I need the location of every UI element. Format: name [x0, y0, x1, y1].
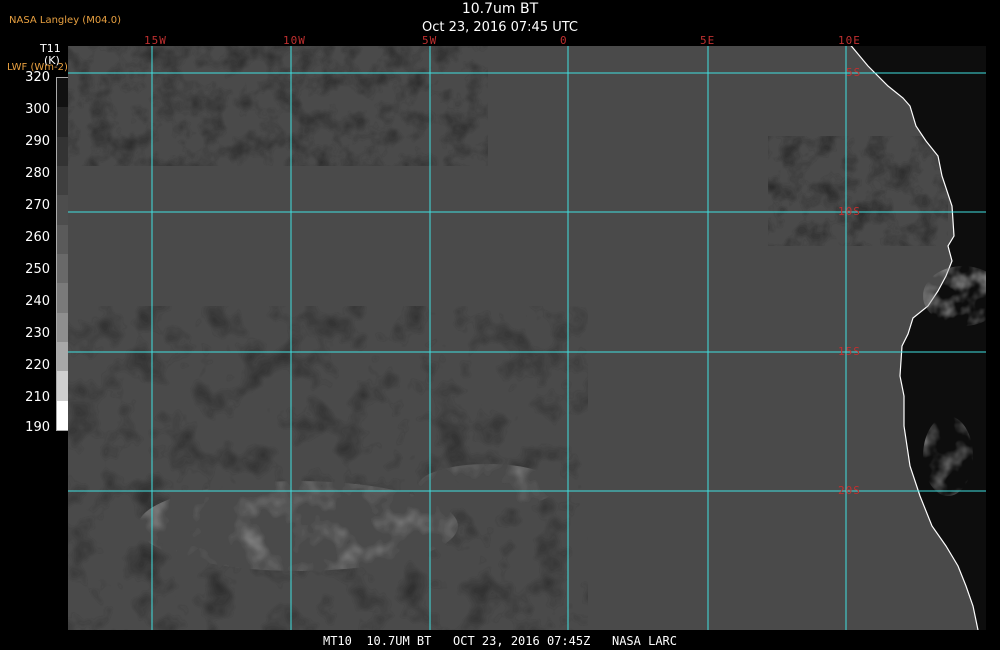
color-scale-tick: 280 — [25, 166, 50, 181]
longitude-label: 10E — [838, 34, 861, 47]
map-subtitle: Oct 23, 2016 07:45 UTC — [422, 20, 578, 35]
longitude-label: 5E — [700, 34, 716, 47]
latitude-label: 10S — [838, 205, 861, 218]
color-scale-tick: 250 — [25, 262, 50, 277]
color-scale-tick: 210 — [25, 390, 50, 405]
color-scale-tick: 320 — [25, 70, 50, 85]
longitude-label: 5W — [422, 34, 438, 47]
longitude-label: 15W — [144, 34, 167, 47]
latitude-label: 15S — [838, 345, 861, 358]
texture-east — [768, 136, 948, 246]
color-scale-tick: 220 — [25, 358, 50, 373]
source-label: NASA Langley (M04.0) — [9, 15, 121, 26]
satellite-image — [68, 46, 986, 630]
color-scale-tick: 270 — [25, 198, 50, 213]
longitude-label: 0 — [560, 34, 568, 47]
color-scale-tick: 230 — [25, 326, 50, 341]
color-scale-tick: 190 — [25, 420, 50, 435]
longitude-label: 10W — [283, 34, 306, 47]
color-scale-tick: 290 — [25, 134, 50, 149]
color-scale-tick: 240 — [25, 294, 50, 309]
satellite-map[interactable] — [68, 46, 986, 630]
latitude-label: 20S — [838, 484, 861, 497]
map-title: 10.7um BT — [461, 1, 539, 17]
latitude-label: 5S — [846, 66, 862, 79]
color-scale-tick: 260 — [25, 230, 50, 245]
color-scale-tick: 300 — [25, 102, 50, 117]
texture-north — [68, 46, 488, 166]
footer-caption: MT10 10.7UM BT OCT 23, 2016 07:45Z NASA … — [322, 634, 677, 648]
